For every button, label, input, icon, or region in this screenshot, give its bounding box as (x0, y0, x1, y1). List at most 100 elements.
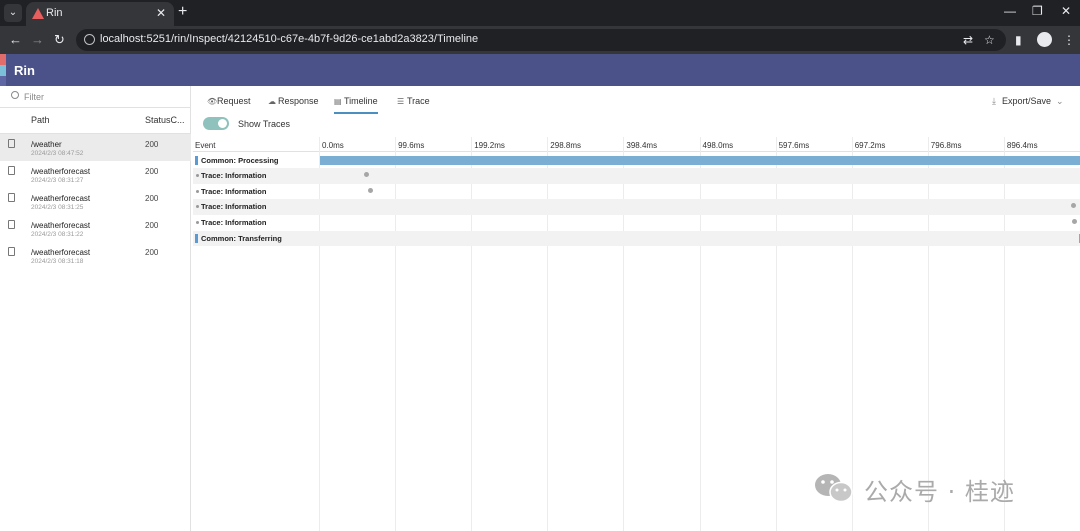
timeline-row[interactable]: Trace: Information (193, 168, 1080, 184)
timeline-span-bar[interactable] (320, 155, 1080, 165)
rin-favicon-icon (32, 8, 44, 19)
filter-input[interactable] (24, 90, 184, 104)
side-panel-icon[interactable]: ▮ (1015, 33, 1022, 47)
export-save-button[interactable]: ⤓ Export/Save ⌄ (992, 96, 1064, 107)
browser-menu-icon[interactable]: ⋮ (1063, 33, 1075, 47)
request-time: 2024/2/3 08:31:27 (31, 177, 84, 184)
point-marker-icon (196, 220, 199, 224)
minimize-button[interactable]: — (1004, 4, 1016, 18)
chevron-down-icon: ⌄ (1056, 96, 1064, 106)
request-status: 200 (145, 221, 159, 230)
timeline-point-dot[interactable] (368, 187, 374, 193)
tab-response[interactable]: ☁ Response (268, 96, 319, 114)
browser-tabstrip: ⌄ Rin ✕ + — ❐ ✕ (0, 0, 1080, 26)
timeline-icon: ▤ (334, 97, 342, 106)
timeline-tick-label: 99.6ms (398, 141, 425, 150)
timeline-event-label: Trace: Information (201, 186, 267, 196)
forward-icon[interactable]: → (31, 32, 44, 47)
document-icon (8, 139, 15, 148)
timeline-point-dot[interactable] (1070, 203, 1076, 209)
show-traces-label: Show Traces (238, 119, 291, 129)
profile-avatar-icon[interactable] (1037, 32, 1052, 47)
url-text[interactable]: localhost:5251/rin/Inspect/42124510-c67e… (100, 33, 478, 45)
brand-stripe-blue (0, 65, 6, 76)
point-marker-icon (196, 205, 199, 209)
timeline-tick-label: 498.0ms (702, 141, 734, 150)
eye-icon: 👁︎ (207, 97, 218, 106)
request-path: /weatherforecast (31, 194, 91, 203)
watermark-text: 公众号 · 桂迹 (864, 478, 1015, 506)
tab-trace[interactable]: ☰ Trace (397, 96, 430, 114)
show-traces-toggle[interactable] (203, 117, 229, 130)
request-row[interactable]: /weatherforecast 2024/2/3 08:31:25 200 (0, 188, 191, 215)
download-icon: ⤓ (992, 96, 996, 106)
timeline-event-label: Trace: Information (201, 202, 267, 212)
document-icon (8, 166, 15, 175)
timeline-tick-label: 896.4ms (1006, 141, 1038, 150)
request-row[interactable]: /weatherforecast 2024/2/3 08:31:22 200 (0, 215, 191, 242)
toggle-knob (218, 119, 227, 128)
timeline-row[interactable]: Trace: Information (193, 184, 1080, 200)
request-row[interactable]: /weatherforecast 2024/2/3 08:31:27 200 (0, 161, 191, 188)
request-row[interactable]: /weather 2024/2/3 08:47:52 200 (0, 134, 191, 161)
request-row[interactable]: /weatherforecast 2024/2/3 08:31:18 200 (0, 242, 191, 269)
timeline-event-label: Trace: Information (201, 217, 267, 227)
request-time: 2024/2/3 08:31:22 (31, 231, 84, 238)
app-header: Rin (0, 54, 1080, 86)
timeline-point-dot[interactable] (1072, 218, 1077, 224)
timeline-row[interactable]: Common: Processing (193, 153, 1080, 169)
request-time: 2024/2/3 08:31:25 (31, 204, 84, 211)
event-column-header: Event (195, 141, 216, 150)
timeline-tick-label: 199.2ms (474, 141, 505, 150)
column-header-path[interactable]: Path (31, 115, 50, 125)
request-path: /weatherforecast (31, 221, 91, 230)
back-icon[interactable]: ← (9, 32, 22, 47)
span-marker-icon (195, 155, 198, 165)
wechat-logo-icon (815, 474, 853, 503)
timeline-tick-label: 398.4ms (626, 141, 658, 150)
request-path: /weather (31, 140, 62, 149)
span-marker-icon (195, 233, 198, 243)
tab-label: Request (217, 96, 251, 106)
brand-stripe-purple (0, 76, 6, 86)
point-marker-icon (196, 174, 199, 178)
document-icon: ☰ (397, 97, 405, 106)
tab-request[interactable]: 👁︎Request (207, 96, 251, 114)
request-status: 200 (145, 248, 159, 257)
timeline-tick-label: 597.6ms (778, 141, 810, 150)
address-bar[interactable]: localhost:5251/rin/Inspect/42124510-c67e… (76, 29, 1006, 51)
site-info-icon[interactable] (84, 34, 95, 45)
request-status: 200 (145, 167, 159, 176)
restore-button[interactable]: ❐ (1032, 4, 1043, 18)
request-list-panel: Path StatusC... /weather 2024/2/3 08:47:… (0, 86, 191, 531)
timeline-row[interactable]: Common: Transferring (193, 230, 1080, 247)
timeline-row[interactable]: Trace: Information (193, 215, 1080, 231)
request-status: 200 (145, 194, 159, 203)
tab-label: Trace (407, 96, 430, 106)
point-marker-icon (196, 189, 199, 193)
filter-bar (0, 86, 191, 108)
close-window-button[interactable]: ✕ (1061, 4, 1071, 18)
request-time: 2024/2/3 08:47:52 (31, 150, 84, 157)
reload-icon[interactable]: ↻ (54, 32, 65, 48)
tab-timeline[interactable]: ▤ Timeline (334, 96, 378, 114)
column-header-status[interactable]: StatusC... (145, 115, 185, 125)
document-icon (8, 220, 15, 229)
tab-close-icon[interactable]: ✕ (156, 6, 166, 20)
timeline-row[interactable]: Trace: Information (193, 199, 1080, 215)
wechat-watermark: 公众号 · 桂迹 (812, 468, 1052, 508)
tab-title: Rin (46, 7, 63, 19)
app-title: Rin (14, 63, 35, 78)
browser-toolbar: ← → ↻ localhost:5251/rin/Inspect/4212451… (0, 26, 1080, 54)
bookmark-star-icon[interactable]: ☆ (984, 33, 995, 47)
search-icon (11, 91, 19, 99)
tab-label: Timeline (344, 96, 378, 106)
export-label: Export/Save (1001, 96, 1052, 106)
request-path: /weatherforecast (31, 167, 91, 176)
translate-icon[interactable]: ⇄ (963, 33, 973, 47)
timeline-point-dot[interactable] (363, 172, 369, 178)
new-tab-button[interactable]: + (178, 3, 187, 21)
tab-search-button[interactable]: ⌄ (4, 4, 22, 22)
timeline-event-label: Trace: Information (201, 171, 267, 181)
browser-tab[interactable]: Rin ✕ (26, 2, 174, 26)
